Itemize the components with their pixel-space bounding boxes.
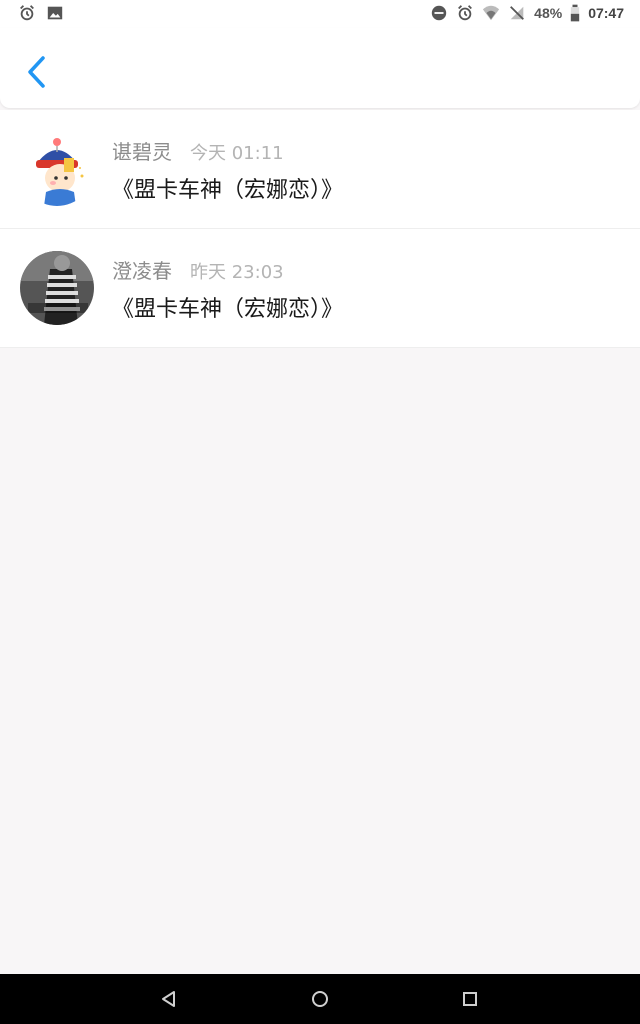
circle-home-icon [312,991,328,1007]
square-recents-icon [463,992,477,1006]
item-meta: 谌碧灵 今天 01:11 [112,136,284,165]
book-title[interactable]: 《盟卡车神（宏娜恋）》 [112,291,343,323]
photo-avatar-image [20,251,94,325]
alarm-icon [458,5,473,21]
status-time: 07:47 [588,5,624,21]
app-header [0,28,640,108]
battery-icon [571,4,580,22]
do-not-disturb-icon [431,5,447,21]
cartoon-avatar-image [20,132,94,206]
avatar[interactable] [20,251,94,325]
nav-back-button[interactable] [155,986,181,1012]
battery-percent: 48% [534,5,563,21]
status-right-icons: 48% 07:47 [430,4,624,22]
comment-list: 谌碧灵 今天 01:11 《盟卡车神（宏娜恋）》 澄凌春 昨天 23:03 《盟… [0,110,640,348]
author-name[interactable]: 澄凌春 [112,255,172,284]
nav-recents-button[interactable] [457,986,483,1012]
no-signal-icon [510,6,525,20]
back-button[interactable] [18,48,54,96]
list-item[interactable]: 澄凌春 昨天 23:03 《盟卡车神（宏娜恋）》 [0,229,640,348]
status-bar: 48% 07:47 [0,0,640,28]
system-nav-bar [0,974,640,1024]
wifi-icon [483,5,500,21]
triangle-back-icon [162,991,175,1007]
author-name[interactable]: 谌碧灵 [112,136,172,165]
avatar[interactable] [20,132,94,206]
timestamp: 今天 01:11 [190,143,284,164]
item-meta: 澄凌春 昨天 23:03 [112,255,284,284]
book-title[interactable]: 《盟卡车神（宏娜恋）》 [112,172,343,204]
image-icon [47,6,63,20]
timestamp: 昨天 23:03 [190,262,284,283]
chevron-left-icon [28,56,45,88]
alarm-icon [20,5,34,21]
nav-home-button[interactable] [307,986,333,1012]
list-item[interactable]: 谌碧灵 今天 01:11 《盟卡车神（宏娜恋）》 [0,110,640,229]
status-left-icons [18,4,64,22]
